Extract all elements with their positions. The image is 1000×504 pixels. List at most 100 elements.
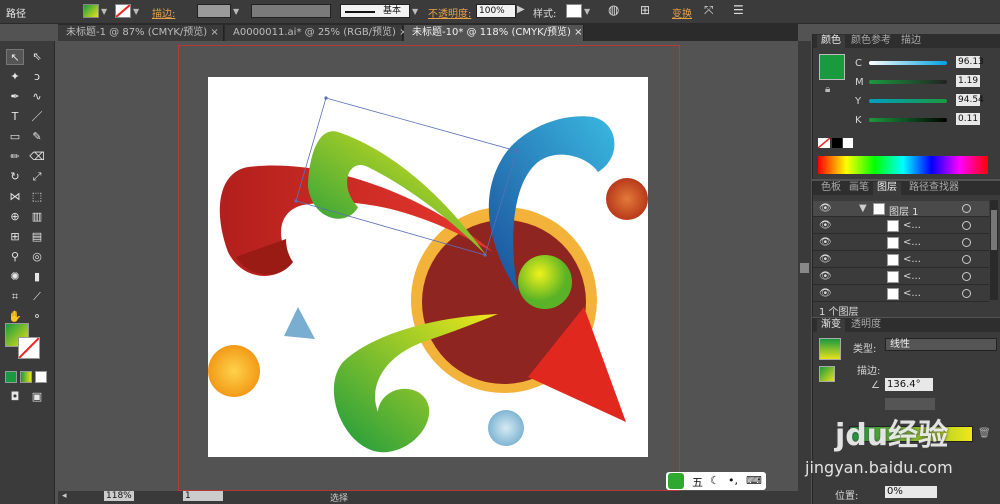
channel-y-slider[interactable] bbox=[869, 99, 947, 103]
none-mode-icon[interactable] bbox=[35, 371, 47, 383]
eraser-icon[interactable]: ⌫ bbox=[28, 149, 46, 165]
anchor-point[interactable] bbox=[483, 253, 487, 257]
tab-brushes[interactable]: 画笔 bbox=[845, 182, 873, 195]
pencil-tool-icon[interactable]: ✏ bbox=[6, 149, 24, 165]
layer-row[interactable]: 👁︎ ▼ 图层 1 bbox=[813, 201, 989, 218]
stroke-weight-field[interactable] bbox=[197, 4, 231, 18]
eye-icon[interactable]: 👁︎ bbox=[819, 271, 832, 282]
channel-k-value[interactable]: 0.11 bbox=[956, 113, 980, 125]
channel-k-slider[interactable] bbox=[869, 118, 947, 122]
tab-color[interactable]: 颜色 bbox=[817, 35, 845, 48]
gradient-type-select[interactable]: 线性 bbox=[885, 338, 997, 351]
recolor-icon[interactable]: ◍ bbox=[608, 3, 619, 18]
tab-layers[interactable]: 图层 bbox=[873, 182, 901, 195]
scrollbar-thumb[interactable] bbox=[800, 263, 809, 273]
artwork[interactable] bbox=[208, 77, 648, 457]
rectangle-tool-icon[interactable]: ▭ bbox=[6, 129, 24, 145]
black-swatch[interactable] bbox=[832, 138, 842, 148]
slice-tool-icon[interactable]: ⟋ bbox=[28, 289, 46, 305]
moon-icon[interactable]: ☾ bbox=[710, 474, 720, 487]
style-dropdown-icon[interactable]: ▼ bbox=[584, 7, 590, 16]
canvas-area[interactable] bbox=[58, 41, 798, 491]
close-icon[interactable]: × bbox=[574, 27, 582, 38]
stroke-swatch[interactable] bbox=[115, 4, 131, 18]
sublayer-row[interactable]: 👁︎ <... bbox=[813, 286, 989, 302]
gradient-tool-icon[interactable]: ▤ bbox=[28, 229, 46, 245]
pen-tool-icon[interactable]: ✒ bbox=[6, 89, 24, 105]
curvature-tool-icon[interactable]: ∿ bbox=[28, 89, 46, 105]
magic-wand-icon[interactable]: ✦ bbox=[6, 69, 24, 85]
orange-sphere[interactable] bbox=[208, 345, 260, 397]
eye-icon[interactable]: 👁︎ bbox=[819, 203, 832, 214]
opacity-label[interactable]: 不透明度: bbox=[428, 5, 471, 20]
target-icon[interactable] bbox=[962, 221, 971, 230]
type-tool-icon[interactable]: T bbox=[6, 109, 24, 125]
eye-icon[interactable]: 👁︎ bbox=[819, 288, 832, 299]
tab-transparency[interactable]: 透明度 bbox=[847, 319, 885, 332]
scale-tool-icon[interactable]: ⤢ bbox=[28, 169, 46, 185]
zoom-field[interactable]: 118% bbox=[104, 491, 134, 501]
eye-icon[interactable]: 👁︎ bbox=[819, 254, 832, 265]
line-tool-icon[interactable]: ／ bbox=[28, 109, 46, 125]
anchor-point[interactable] bbox=[294, 199, 298, 203]
align-icon[interactable]: ⊞ bbox=[640, 3, 650, 17]
style-swatch[interactable] bbox=[566, 4, 582, 18]
layer-name[interactable]: 图层 1 bbox=[889, 203, 919, 218]
channel-c-slider[interactable] bbox=[869, 61, 947, 65]
direct-selection-tool-icon[interactable]: ⇖ bbox=[28, 49, 46, 65]
channel-m-value[interactable]: 1.19 bbox=[956, 75, 980, 87]
channel-c-value[interactable]: 96.13 bbox=[956, 56, 984, 68]
stroke-style-field[interactable]: 基本 bbox=[340, 4, 410, 18]
symbol-sprayer-icon[interactable]: ✺ bbox=[6, 269, 24, 285]
zoom-tool-icon[interactable]: ⚬ bbox=[28, 309, 46, 325]
blend-tool-icon[interactable]: ◎ bbox=[28, 249, 46, 265]
gradient-mode-icon[interactable] bbox=[20, 371, 32, 383]
sublayer-row[interactable]: 👁︎ <... bbox=[813, 218, 989, 234]
channel-m-slider[interactable] bbox=[869, 80, 947, 84]
close-icon[interactable]: × bbox=[210, 27, 218, 38]
sublayer-row[interactable]: 👁︎ <... bbox=[813, 252, 989, 268]
gradient-position-input[interactable]: 0% bbox=[885, 486, 937, 498]
lasso-icon[interactable]: ↄ bbox=[28, 69, 46, 85]
column-graph-icon[interactable]: ▮ bbox=[28, 269, 46, 285]
light-blue-sphere[interactable] bbox=[488, 410, 524, 446]
screen-mode-icon[interactable]: ▣ bbox=[28, 389, 46, 405]
anchor-point[interactable] bbox=[515, 149, 519, 153]
ime-mode-label[interactable]: 五 bbox=[692, 474, 703, 490]
stroke-dropdown-icon[interactable]: ▼ bbox=[133, 7, 139, 16]
anchor-point[interactable] bbox=[324, 96, 328, 100]
target-icon[interactable] bbox=[962, 238, 971, 247]
selection-tool-icon[interactable]: ↖ bbox=[6, 49, 24, 65]
graph-tool-icon[interactable]: ▥ bbox=[28, 209, 46, 225]
tab-gradient[interactable]: 渐变 bbox=[817, 319, 845, 332]
artboard-tool-icon[interactable]: ⌗ bbox=[6, 289, 24, 305]
white-swatch[interactable] bbox=[843, 138, 853, 148]
artboard[interactable] bbox=[208, 77, 648, 457]
target-icon[interactable] bbox=[962, 255, 971, 264]
tab-color-guide[interactable]: 颜色参考 bbox=[847, 35, 895, 48]
sublayer-row[interactable]: 👁︎ <... bbox=[813, 235, 989, 251]
fill-stroke-icon[interactable] bbox=[819, 366, 835, 382]
keyboard-icon[interactable]: ⌨ bbox=[746, 474, 762, 487]
tab-stroke[interactable]: 描边 bbox=[897, 35, 925, 48]
none-color-icon[interactable] bbox=[817, 137, 831, 149]
draw-mode-icon[interactable]: ◘ bbox=[6, 389, 24, 405]
free-transform-icon[interactable]: ⬚ bbox=[28, 189, 46, 205]
paintbrush-icon[interactable]: ✎ bbox=[28, 129, 46, 145]
sublayer-row[interactable]: 👁︎ <... bbox=[813, 269, 989, 285]
target-icon[interactable] bbox=[962, 204, 971, 213]
mesh-tool-icon[interactable]: ⊞ bbox=[6, 229, 24, 245]
eye-icon[interactable]: 👁︎ bbox=[819, 220, 832, 231]
isolate-icon[interactable]: ⤧ bbox=[704, 3, 714, 18]
opacity-input[interactable]: 100% bbox=[476, 4, 516, 18]
blue-triangle[interactable] bbox=[284, 307, 315, 339]
transform-label[interactable]: 变换 bbox=[672, 5, 692, 20]
stroke-label[interactable]: 描边: bbox=[152, 5, 175, 20]
tab-swatches[interactable]: 色板 bbox=[817, 182, 845, 195]
color-spectrum[interactable] bbox=[818, 156, 988, 174]
eyedropper-icon[interactable]: ⚲ bbox=[6, 249, 24, 265]
expand-arrow-icon[interactable]: ▼ bbox=[859, 203, 867, 214]
sogou-icon[interactable] bbox=[668, 473, 684, 489]
tab-doc-3[interactable]: 未标题-10* @ 118% (CMYK/预览) × bbox=[404, 25, 584, 41]
shape-builder-icon[interactable]: ⊕ bbox=[6, 209, 24, 225]
